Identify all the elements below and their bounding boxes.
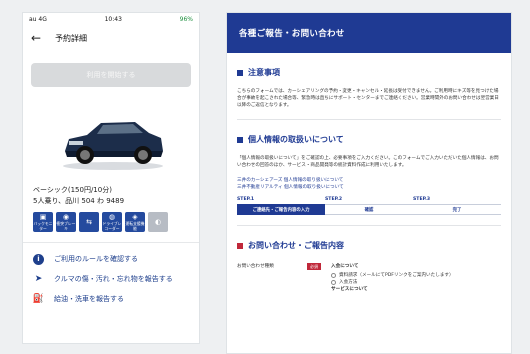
cruise-icon: ◈	[132, 213, 138, 221]
feature-label: バックモニター	[33, 221, 53, 231]
car-image	[23, 101, 199, 185]
inquiry-type-row: お問い合わせ種類 必須 入会について 資料請求（メールにてPDFリンクをご案内い…	[237, 263, 501, 295]
divider	[237, 225, 501, 226]
step-input: ご連絡先・ご報告内容の入力	[237, 204, 325, 215]
screenshot-canvas: au 4G 10:43 96% ← 予約詳細 利用を開始する ベーシック(150…	[0, 0, 530, 354]
feature-drive-recorder: ◍ ドライブレコーダー	[102, 212, 122, 232]
inquiry-section: お問い合わせ・ご報告内容 お問い合わせ種類 必須 入会について 資料請求（メール…	[227, 240, 511, 295]
feature-icons: ▣ バックモニター ◉ 衝突ブレーキ ⇆ ◍ ドライブレコーダー ◈ 運転支援機…	[23, 206, 199, 232]
fuel-icon: ⛽	[32, 294, 45, 304]
feature-label: 運転支援機能	[125, 221, 145, 231]
field-label: お問い合わせ種類	[237, 264, 274, 269]
square-bullet-icon	[237, 69, 243, 76]
send-icon: ➤	[34, 274, 43, 284]
camera-icon: ▣	[39, 213, 47, 221]
step-confirm: 確認	[325, 204, 413, 215]
step-label: STEP.3	[413, 197, 431, 202]
suv-car-icon	[63, 122, 163, 170]
option-label: 資料請求（メールにてPDFリンクをご案内いたします）	[339, 273, 454, 278]
car-info: ベーシック(150円/10分) 5人乗り、品川 504 わ 9489	[23, 185, 199, 206]
section-title: 個人情報の取扱いについて	[237, 134, 501, 145]
page-title: 予約詳細	[55, 33, 88, 43]
privacy-links: 三井のカーシェアーズ 個人情報の取り扱いについて 三井不動産リアルティ 個人情報…	[237, 177, 501, 191]
required-badge: 必須	[307, 263, 321, 270]
app-bar: ← 予約詳細	[23, 25, 199, 51]
radio-button[interactable]	[331, 273, 336, 278]
form-header: 各種ご報告・お問い合わせ	[227, 13, 511, 53]
web-contact-form: 各種ご報告・お問い合わせ 注意事項 こちらのフォームでは、カーシェアリングの予約…	[226, 12, 512, 354]
privacy-link-carshares[interactable]: 三井のカーシェアーズ 個人情報の取り扱いについて	[237, 177, 501, 184]
option-brochure[interactable]: 資料請求（メールにてPDFリンクをご案内いたします）	[331, 272, 454, 279]
back-arrow-icon[interactable]: ←	[31, 32, 41, 44]
feature-collision-brake: ◉ 衝突ブレーキ	[56, 212, 76, 232]
recorder-icon: ◍	[108, 213, 116, 221]
notice-section: 注意事項 こちらのフォームでは、カーシェアリングの予約・変更・キャンセル・延長は…	[227, 67, 511, 120]
menu-item-label: 給油・洗車を報告する	[54, 295, 124, 303]
privacy-link-realty[interactable]: 三井不動産リアルティ 個人情報の取り扱いについて	[237, 184, 501, 191]
menu-item-label: ご利用のルールを確認する	[54, 255, 138, 263]
inquiry-title: お問い合わせ・ご報告内容	[248, 241, 344, 250]
section-title: お問い合わせ・ご報告内容	[237, 240, 501, 251]
privacy-section: 個人情報の取扱いについて 「個人情報の取扱いについて」をご確認の上、必要事項をご…	[227, 134, 511, 226]
car-plan: ベーシック(150円/10分)	[33, 186, 112, 194]
privacy-title: 個人情報の取扱いについて	[248, 135, 344, 144]
privacy-text: 「個人情報の取扱いについて」をご確認の上、必要事項をご入力ください。このフォーム…	[237, 156, 499, 168]
feature-seat: ◐	[148, 212, 168, 232]
square-bullet-icon	[237, 242, 243, 249]
inquiry-options: 入会について 資料請求（メールにてPDFリンクをご案内いたします） 入会方法 サ…	[331, 263, 454, 295]
car-seats-plate: 5人乗り、品川 504 わ 9489	[33, 197, 125, 205]
step-complete: 完了	[413, 204, 501, 215]
info-icon: i	[33, 253, 44, 265]
section-title: 注意事項	[237, 67, 501, 78]
feature-driving-assist: ◈ 運転支援機能	[125, 212, 145, 232]
radio-button[interactable]	[331, 280, 336, 285]
seat-icon: ◐	[154, 218, 162, 226]
step-label: STEP.2	[325, 197, 343, 202]
menu-item-rules[interactable]: i ご利用のルールを確認する	[33, 249, 189, 269]
progress-steps: ご連絡先・ご報告内容の入力 確認 完了	[237, 204, 501, 215]
option-group-heading: サービスについて	[331, 287, 368, 292]
notice-title: 注意事項	[248, 68, 280, 77]
status-bar: au 4G 10:43 96%	[23, 13, 199, 25]
clock: 10:43	[104, 15, 122, 23]
step-label: STEP.1	[237, 197, 255, 202]
option-group-heading: 入会について	[331, 264, 359, 269]
menu-item-report-damage[interactable]: ➤ クルマの傷・汚れ・忘れ物を報告する	[33, 269, 189, 289]
divider	[237, 119, 501, 120]
square-bullet-icon	[237, 136, 243, 143]
option-label: 入会方法	[339, 280, 358, 285]
feature-label: ドライブレコーダー	[102, 221, 122, 231]
carrier-label: au 4G	[29, 15, 47, 23]
feature-label: 衝突ブレーキ	[56, 221, 76, 231]
step-labels: STEP.1 STEP.2 STEP.3	[237, 197, 501, 202]
notice-text: こちらのフォームでは、カーシェアリングの予約・変更・キャンセル・延長は受付できま…	[237, 89, 499, 108]
battery-level: 96%	[179, 15, 193, 23]
option-join-method[interactable]: 入会方法	[331, 279, 454, 286]
start-use-button[interactable]: 利用を開始する	[31, 63, 191, 87]
brake-icon: ◉	[62, 213, 70, 221]
car-icon: ⇆	[86, 218, 92, 226]
menu-item-report-fuel[interactable]: ⛽ 給油・洗車を報告する	[33, 289, 189, 309]
menu-item-label: クルマの傷・汚れ・忘れ物を報告する	[54, 275, 173, 283]
feature-back-monitor: ▣ バックモニター	[33, 212, 53, 232]
action-menu: i ご利用のルールを確認する ➤ クルマの傷・汚れ・忘れ物を報告する ⛽ 給油・…	[23, 243, 199, 309]
feature-car: ⇆	[79, 212, 99, 232]
mobile-app-screen: au 4G 10:43 96% ← 予約詳細 利用を開始する ベーシック(150…	[22, 12, 200, 344]
